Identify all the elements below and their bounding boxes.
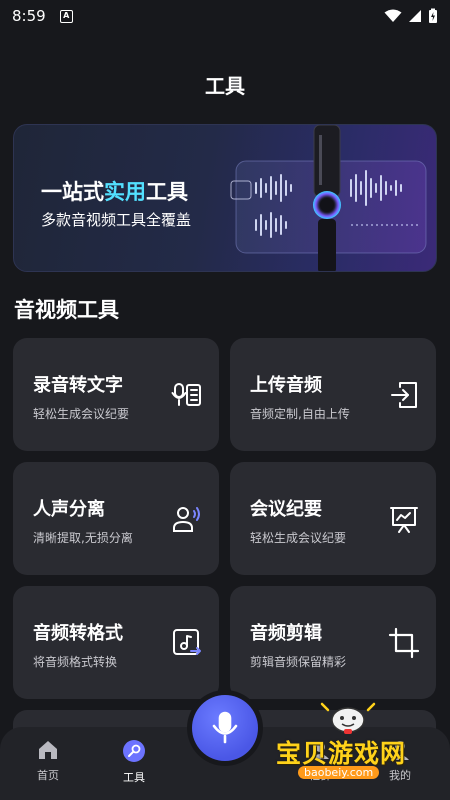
- status-bar: 8:59 A: [0, 0, 450, 32]
- signal-icon: [409, 10, 421, 22]
- notification-icon: A: [59, 9, 73, 23]
- upload-icon: [391, 382, 417, 408]
- card-title: 音频剪辑: [250, 623, 322, 644]
- tools-icon: [123, 740, 145, 762]
- card-subtitle: 剪辑音频保留精彩: [250, 655, 347, 669]
- promo-banner[interactable]: 一站式实用工具 多款音视频工具全覆盖: [13, 124, 437, 272]
- tool-card-speech-to-text[interactable]: 录音转文字 轻松生成会议纪要: [13, 338, 219, 451]
- music-convert-icon: [173, 629, 201, 655]
- game-controller-logo: [320, 702, 376, 734]
- watermark-url: baobeiy.com: [298, 766, 380, 779]
- presentation-icon: [390, 507, 418, 533]
- card-title: 录音转文字: [33, 375, 123, 396]
- banner-subtitle: 多款音视频工具全覆盖: [41, 211, 192, 229]
- microphone-waveform-illustration: [230, 125, 427, 271]
- mic-text-icon: [171, 383, 201, 406]
- banner-title: 一站式实用工具: [41, 176, 188, 206]
- watermark-text: 宝贝游戏网: [276, 739, 407, 768]
- banner-title-suffix: 工具: [146, 180, 188, 204]
- home-icon: [39, 741, 57, 759]
- microphone-icon: [212, 711, 238, 744]
- nav-label: 工具: [123, 771, 145, 784]
- card-title: 音频转格式: [33, 623, 123, 644]
- section-title: 音视频工具: [14, 298, 119, 322]
- card-title: 上传音频: [250, 375, 322, 396]
- card-subtitle: 轻松生成会议纪要: [33, 407, 130, 421]
- card-title: 人声分离: [33, 499, 105, 520]
- card-subtitle: 音频定制,自由上传: [250, 407, 350, 421]
- tool-card-upload-audio[interactable]: 上传音频 音频定制,自由上传: [230, 338, 436, 451]
- nav-label: 首页: [37, 769, 59, 782]
- tool-card-voice-separation[interactable]: 人声分离 清晰提取,无损分离: [13, 462, 219, 575]
- status-time: 8:59: [12, 7, 46, 25]
- battery-icon: [429, 8, 437, 23]
- record-button[interactable]: [187, 690, 263, 766]
- tool-card-audio-format-convert[interactable]: 音频转格式 将音频格式转换: [13, 586, 219, 699]
- banner-title-accent: 实用: [104, 180, 146, 204]
- banner-title-prefix: 一站式: [41, 180, 104, 204]
- page-title: 工具: [205, 74, 245, 98]
- nav-item-tools[interactable]: 工具: [104, 739, 164, 785]
- card-subtitle: 清晰提取,无损分离: [33, 531, 133, 545]
- tool-card-meeting-minutes[interactable]: 会议纪要 轻松生成会议纪要: [230, 462, 436, 575]
- watermark: 宝贝游戏网 baobeiy.com: [276, 700, 426, 786]
- nav-item-home[interactable]: 首页: [18, 739, 78, 783]
- wifi-icon: [384, 9, 402, 22]
- status-icons: [384, 8, 438, 24]
- crop-icon: [388, 627, 420, 659]
- record-button-circle: [192, 695, 258, 761]
- tool-card-audio-editing[interactable]: 音频剪辑 剪辑音频保留精彩: [230, 586, 436, 699]
- card-subtitle: 将音频格式转换: [33, 655, 118, 669]
- card-subtitle: 轻松生成会议纪要: [250, 531, 347, 545]
- voice-person-icon: [173, 507, 200, 532]
- card-title: 会议纪要: [250, 499, 322, 520]
